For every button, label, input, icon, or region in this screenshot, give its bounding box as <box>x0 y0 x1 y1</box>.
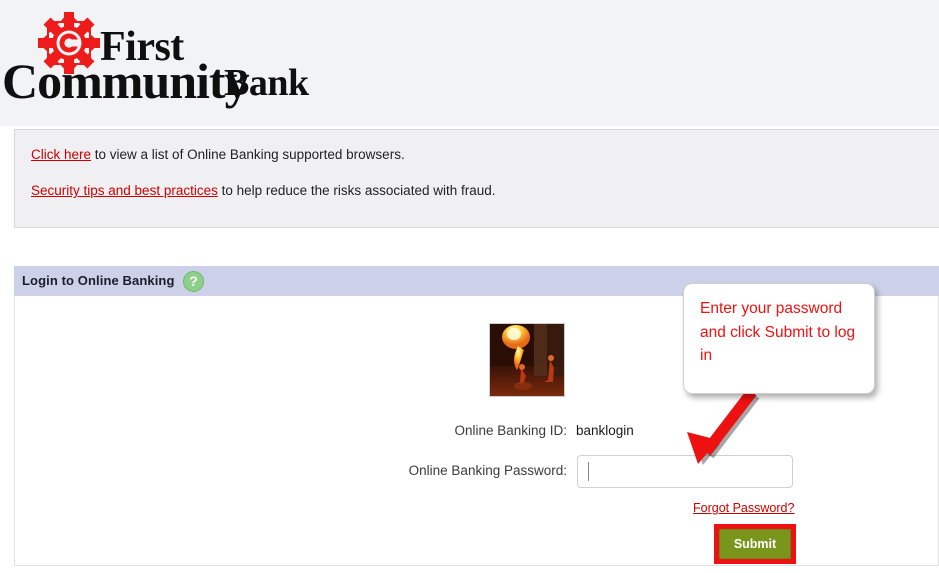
security-tips-link[interactable]: Security tips and best practices <box>31 183 218 198</box>
login-panel-title: Login to Online Banking <box>22 273 175 288</box>
instruction-callout: Enter your password and click Submit to … <box>683 283 875 394</box>
brand-header-band: First Community Bank <box>0 0 939 126</box>
security-tips-text: to help reduce the risks associated with… <box>217 183 496 198</box>
submit-button-highlight: Submit <box>714 524 796 564</box>
text-cursor <box>588 462 589 481</box>
submit-button[interactable]: Submit <box>719 529 791 559</box>
question-mark-help-icon[interactable]: ? <box>183 271 204 292</box>
bank-logo[interactable]: First Community Bank <box>0 4 340 114</box>
supported-browsers-notice: Click here to view a list of Online Bank… <box>31 147 405 162</box>
online-banking-password-label: Online Banking Password: <box>408 463 567 478</box>
click-here-link[interactable]: Click here <box>31 147 91 162</box>
browser-notice-panel: Click here to view a list of Online Bank… <box>14 129 939 228</box>
supported-browsers-text: to view a list of Online Banking support… <box>91 147 405 162</box>
login-page: First Community Bank Click here to view … <box>0 0 939 573</box>
online-banking-id-label: Online Banking ID: <box>454 423 567 438</box>
forgot-password-link[interactable]: Forgot Password? <box>693 501 794 515</box>
fire-breather-security-image <box>489 323 565 397</box>
instruction-callout-text: Enter your password and click Submit to … <box>700 300 856 364</box>
security-tips-notice: Security tips and best practices to help… <box>31 183 496 198</box>
password-input[interactable] <box>577 455 793 488</box>
online-banking-id-row: Online Banking ID: banklogin <box>0 423 939 441</box>
online-banking-id-value: banklogin <box>576 423 634 438</box>
logo-text-community: Community <box>2 53 250 109</box>
logo-text-bank: Bank <box>224 62 309 104</box>
